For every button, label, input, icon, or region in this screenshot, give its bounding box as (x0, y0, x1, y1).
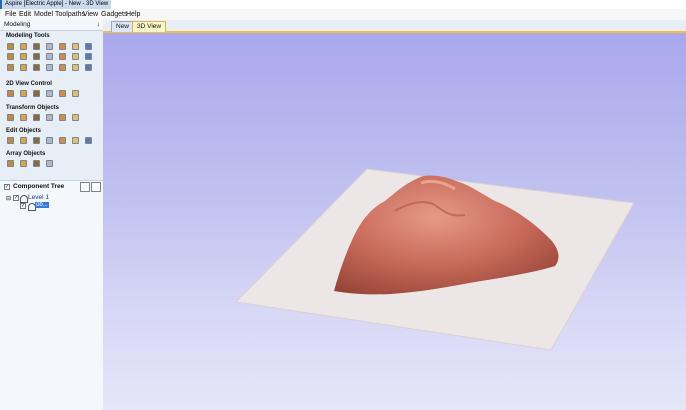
mirror-obj-icon[interactable] (46, 114, 53, 121)
array-circle-icon[interactable] (20, 160, 27, 167)
move-down-icon[interactable] (91, 182, 101, 192)
tile-icon[interactable] (85, 64, 92, 71)
copy-icon[interactable] (59, 137, 66, 144)
paste-icon[interactable] (72, 137, 79, 144)
pen-icon[interactable] (7, 64, 14, 71)
select-box-icon[interactable] (7, 114, 14, 121)
panel-title: Modeling (4, 21, 31, 28)
zoom-fit-icon[interactable] (46, 90, 53, 97)
section-transform-objects: Transform Objects (6, 105, 60, 111)
sculpt-icon[interactable] (33, 43, 40, 50)
section-edit-objects: Edit Objects (6, 128, 42, 134)
array-path-icon[interactable] (33, 160, 40, 167)
level-label[interactable]: Level 1 (28, 194, 49, 201)
bake-icon[interactable] (59, 64, 66, 71)
distort-icon[interactable] (46, 64, 53, 71)
array-fit-icon[interactable] (46, 160, 53, 167)
select-icon[interactable] (7, 137, 14, 144)
menu-model[interactable]: Model (34, 9, 53, 20)
component-tree-panel: ✓ Component Tree ⊟ ✓ Level 1 ✓ ob... (0, 180, 103, 410)
mirror-icon[interactable] (72, 64, 79, 71)
pan-icon[interactable] (7, 90, 14, 97)
rotate-icon[interactable] (33, 114, 40, 121)
texture-icon[interactable] (72, 43, 79, 50)
erase-icon[interactable] (33, 64, 40, 71)
scale-box-icon[interactable] (20, 114, 27, 121)
delete-icon[interactable] (85, 137, 92, 144)
zoom-icon[interactable] (20, 90, 27, 97)
reset-icon[interactable] (85, 53, 92, 60)
menu-help[interactable]: Help (126, 9, 140, 20)
menu-file[interactable]: File (5, 9, 16, 20)
nudge-icon[interactable] (46, 137, 53, 144)
level-icon (20, 195, 28, 203)
node-edit-icon[interactable] (20, 137, 27, 144)
menu-edit[interactable]: Edit (19, 9, 31, 20)
scale-icon[interactable] (72, 53, 79, 60)
array-grid-icon[interactable] (7, 160, 14, 167)
offset-icon[interactable] (59, 43, 66, 50)
section-modeling-tools: Modeling Tools (6, 33, 50, 39)
pin-icon[interactable]: ↓ (97, 20, 100, 30)
weld-icon[interactable] (46, 43, 53, 50)
modeling-sidebar: Modeling ↓ Modeling Tools 2D View Contro… (0, 20, 105, 410)
move-up-icon[interactable] (80, 182, 90, 192)
move-obj-icon[interactable] (33, 137, 40, 144)
zoom-box-icon[interactable] (33, 90, 40, 97)
3d-viewport[interactable] (103, 33, 686, 410)
align-icon[interactable] (59, 114, 66, 121)
menu-gadgets[interactable]: Gadgets (101, 9, 127, 20)
menu-view[interactable]: View (83, 9, 98, 20)
level-checkbox[interactable]: ✓ (13, 195, 19, 201)
extrude-icon[interactable] (20, 43, 27, 50)
tree-expander-icon[interactable]: ⊟ (6, 195, 11, 202)
object-checkbox[interactable]: ✓ (20, 203, 26, 209)
menu-toolpaths[interactable]: Toolpaths (55, 9, 85, 20)
view-2d-icon[interactable] (59, 90, 66, 97)
center-icon[interactable] (72, 114, 79, 121)
cursor-icon[interactable] (20, 64, 27, 71)
title-bar: Aspire [Electric Apple] - New - 3D View (0, 0, 686, 9)
3d-scene (234, 168, 635, 351)
fade-icon[interactable] (33, 53, 40, 60)
section-2d-view-control: 2D View Control (6, 81, 52, 87)
tab-new[interactable]: New (111, 21, 135, 32)
tab-3d-view[interactable]: 3D View (132, 21, 167, 32)
tilt-icon[interactable] (59, 53, 66, 60)
move-icon[interactable] (46, 53, 53, 60)
object-label[interactable]: ob... (35, 202, 49, 208)
panel-header: Modeling ↓ (0, 20, 103, 31)
document-tabs: New 3D View (103, 20, 686, 33)
component-tree-title: Component Tree (13, 183, 65, 190)
component-tree-checkbox[interactable]: ✓ (4, 184, 10, 190)
smooth-icon[interactable] (20, 53, 27, 60)
clip-icon[interactable] (85, 43, 92, 50)
section-array-objects: Array Objects (6, 151, 46, 157)
window-title: Aspire [Electric Apple] - New - 3D View (2, 0, 112, 9)
fill-icon[interactable] (7, 53, 14, 60)
create-shape-icon[interactable] (7, 43, 14, 50)
view-3d-icon[interactable] (72, 90, 79, 97)
